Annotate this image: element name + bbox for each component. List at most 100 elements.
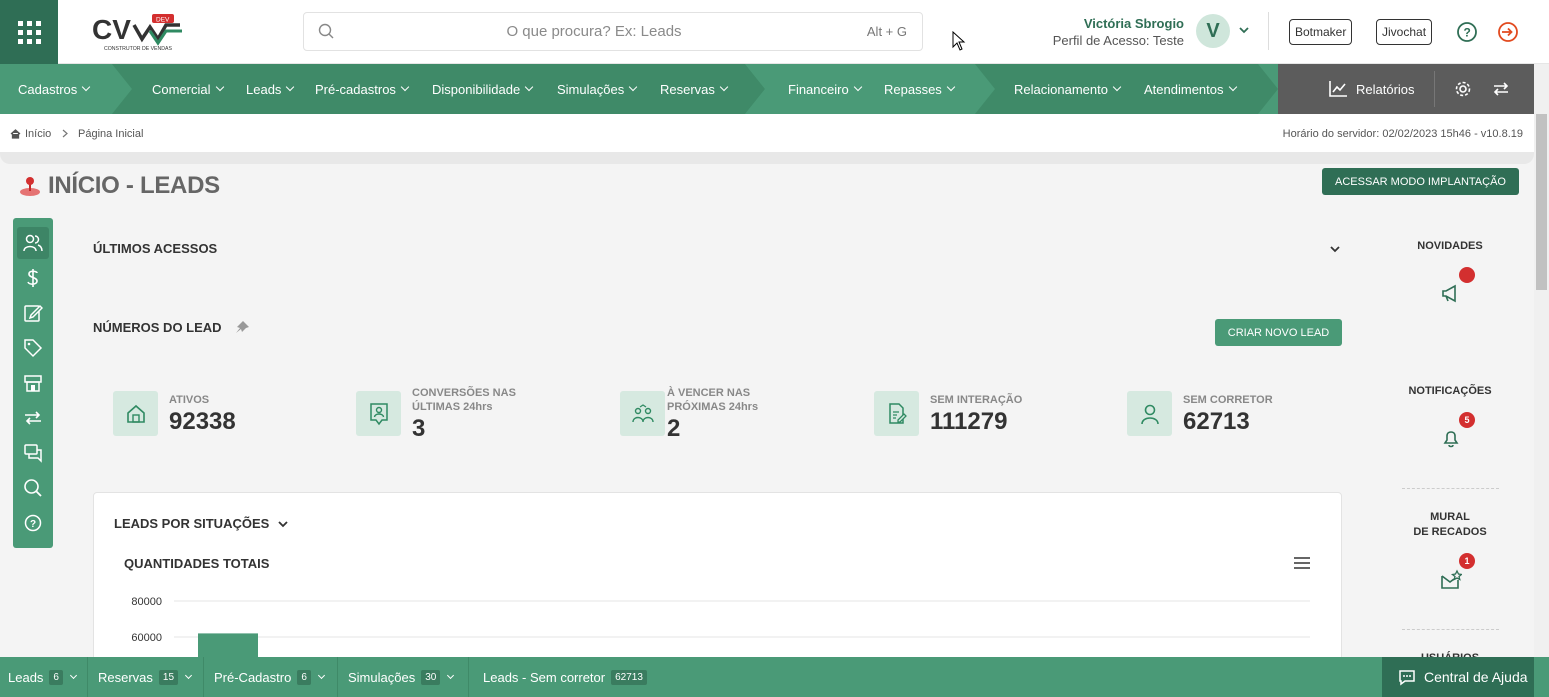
breadcrumb: Início Página Inicial Horário do servido… xyxy=(0,114,1534,152)
help-center-button[interactable]: Central de Ajuda xyxy=(1382,657,1534,697)
side-search-button[interactable] xyxy=(21,476,45,500)
stat-conversions[interactable]: CONVERSÕES NAS ÚLTIMAS 24hrs 3 xyxy=(356,387,576,442)
footer-tab-reservas[interactable]: Reservas 15 xyxy=(98,657,193,697)
svg-text:DEV: DEV xyxy=(156,17,170,24)
stat-value: 3 xyxy=(412,415,426,442)
scrollbar-thumb[interactable] xyxy=(1536,114,1547,290)
side-financial-button[interactable] xyxy=(21,266,45,290)
global-search[interactable]: Alt + G xyxy=(303,12,923,51)
footer-tab-count: 6 xyxy=(297,669,311,685)
apps-grid-button[interactable] xyxy=(0,0,58,64)
nav-label: Reservas xyxy=(660,81,715,97)
side-tag-button[interactable] xyxy=(21,336,45,360)
stat-label: À VENCER NAS PRÓXIMAS 24hrs xyxy=(667,387,759,413)
chevron-down-icon xyxy=(447,671,455,680)
search-icon xyxy=(318,23,334,39)
chevron-down-icon xyxy=(278,520,288,527)
svg-text:?: ? xyxy=(1464,26,1471,40)
pin-icon[interactable] xyxy=(234,320,250,334)
server-time: Horário do servidor: 02/02/2023 15h46 - … xyxy=(1282,128,1523,140)
y-tick-label: 80000 xyxy=(131,596,162,608)
implantation-mode-button[interactable]: ACESSAR MODO IMPLANTAÇÃO xyxy=(1322,168,1519,195)
nav-leads[interactable]: Leads xyxy=(246,64,295,114)
breadcrumb-home[interactable]: Início xyxy=(10,128,51,140)
footer-tab-leads[interactable]: Leads 6 xyxy=(8,657,78,697)
side-users-button[interactable] xyxy=(17,227,49,259)
nav-disponibilidade[interactable]: Disponibilidade xyxy=(432,64,534,114)
search-input[interactable] xyxy=(344,13,844,50)
recent-access-title[interactable]: ÚLTIMOS ACESSOS xyxy=(93,241,217,256)
chevron-down-icon xyxy=(1228,82,1237,92)
leads-by-situation-toggle[interactable]: LEADS POR SITUAÇÕES xyxy=(114,516,289,531)
chevron-down-icon xyxy=(185,671,193,680)
chevron-down-icon xyxy=(215,82,224,92)
swap-arrows-icon[interactable] xyxy=(1492,81,1510,97)
nav-label: Pré-cadastros xyxy=(315,81,396,97)
nav-relacionamento[interactable]: Relacionamento xyxy=(1014,64,1122,114)
page-title: INÍCIO - LEADS xyxy=(18,172,220,200)
side-transfer-button[interactable] xyxy=(21,406,45,430)
nav-label: Comercial xyxy=(152,81,211,97)
nav-reservas[interactable]: Reservas xyxy=(660,64,729,114)
dollar-icon xyxy=(27,269,38,287)
footer-tab-leads-sem-corretor[interactable]: Leads - Sem corretor 62713 xyxy=(483,657,647,697)
footer-tab-label: Simulações xyxy=(348,669,416,685)
nav-simulacoes[interactable]: Simulações xyxy=(557,64,638,114)
breadcrumb-current: Página Inicial xyxy=(78,128,144,140)
footer-tab-label: Reservas xyxy=(98,669,153,685)
help-icon[interactable]: ? xyxy=(1456,21,1478,43)
brand-logo[interactable]: CV DEV CONSTRUTOR DE VENDAS xyxy=(90,12,185,54)
stat-no-broker[interactable]: SEM CORRETOR 62713 xyxy=(1127,391,1327,441)
side-chat-button[interactable] xyxy=(21,441,45,465)
stat-active[interactable]: ATIVOS 92338 xyxy=(113,391,313,441)
chevron-down-icon xyxy=(853,82,862,92)
megaphone-icon[interactable] xyxy=(1440,282,1462,304)
logout-icon[interactable] xyxy=(1497,21,1519,43)
footer-tab-simulacoes[interactable]: Simulações 30 xyxy=(348,657,455,697)
footer-divider xyxy=(468,657,469,697)
page-scrollbar[interactable] xyxy=(1534,114,1549,657)
avatar[interactable]: V xyxy=(1196,14,1230,48)
panel-divider xyxy=(1402,488,1499,489)
footer-tab-label: Leads xyxy=(8,669,44,685)
chevron-down-icon[interactable] xyxy=(1329,243,1341,255)
footer-divider xyxy=(87,657,88,697)
stat-no-interaction[interactable]: SEM INTERAÇÃO 111279 xyxy=(874,391,1074,441)
side-building-button[interactable] xyxy=(21,371,45,395)
message-board-icon[interactable] xyxy=(1440,569,1462,591)
create-lead-button[interactable]: CRIAR NOVO LEAD xyxy=(1215,319,1342,346)
bell-icon[interactable] xyxy=(1440,427,1462,449)
user-info[interactable]: Victória Sbrogio Perfil de Acesso: Teste xyxy=(1053,16,1184,48)
swap-arrows-icon xyxy=(25,411,41,425)
chevron-down-icon[interactable] xyxy=(1238,24,1250,36)
footer-tab-label: Leads - Sem corretor xyxy=(483,669,606,685)
document-edit-icon xyxy=(874,391,919,436)
footer-tab-pre-cadastro[interactable]: Pré-Cadastro 6 xyxy=(214,657,325,697)
nav-repasses[interactable]: Repasses xyxy=(884,64,956,114)
stat-value: 92338 xyxy=(169,408,236,435)
svg-text:CV: CV xyxy=(92,14,131,45)
users-icon xyxy=(23,234,43,252)
nav-cadastros[interactable]: Cadastros xyxy=(18,64,91,114)
news-label: NOVIDADES xyxy=(1417,240,1483,252)
person-icon xyxy=(1127,391,1172,436)
side-edit-button[interactable] xyxy=(21,301,45,325)
header-divider xyxy=(1268,12,1269,50)
gear-icon[interactable] xyxy=(1454,80,1472,98)
chevron-down-icon xyxy=(69,671,78,680)
footer-divider xyxy=(337,657,338,697)
chevron-down-icon xyxy=(317,671,325,680)
search-icon xyxy=(24,479,42,497)
chart-menu-icon[interactable] xyxy=(1294,557,1312,571)
side-help-button[interactable]: ? xyxy=(21,511,45,535)
nav-relatorios[interactable]: Relatórios xyxy=(1328,64,1415,114)
board-label-line1: MURAL xyxy=(1430,511,1470,523)
nav-comercial[interactable]: Comercial xyxy=(152,64,224,114)
botmaker-button[interactable]: Botmaker xyxy=(1289,19,1353,45)
nav-pre-cadastros[interactable]: Pré-cadastros xyxy=(315,64,410,114)
nav-atendimentos[interactable]: Atendimentos xyxy=(1144,64,1237,114)
notifications-count: 5 xyxy=(1459,412,1475,428)
nav-financeiro[interactable]: Financeiro xyxy=(788,64,862,114)
jivochat-button[interactable]: Jivochat xyxy=(1376,19,1433,45)
stat-expiring[interactable]: À VENCER NAS PRÓXIMAS 24hrs 2 xyxy=(611,387,831,442)
